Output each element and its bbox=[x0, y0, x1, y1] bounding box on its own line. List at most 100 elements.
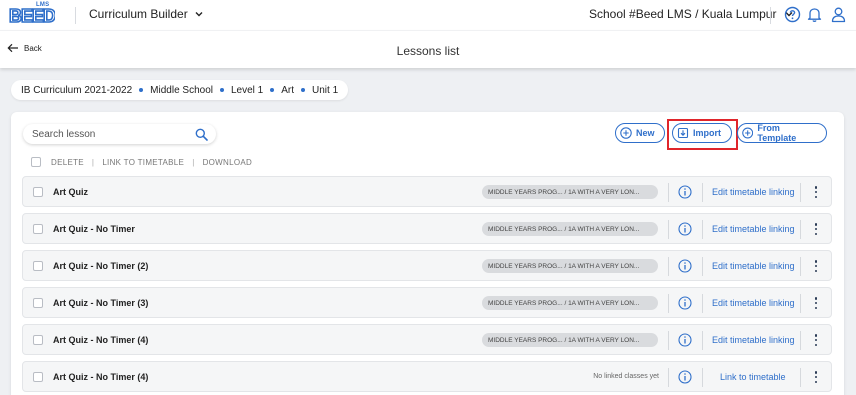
import-highlight-box bbox=[667, 119, 738, 150]
lesson-row[interactable]: Art Quiz - No Timer (4) No linked classe… bbox=[22, 361, 832, 392]
row-divider bbox=[702, 294, 703, 313]
more-options-icon[interactable] bbox=[811, 370, 821, 384]
breadcrumb-item-unit[interactable]: Unit 1 bbox=[312, 85, 338, 96]
beed-logo[interactable]: BEED LMS bbox=[9, 2, 55, 26]
lesson-row[interactable]: Art Quiz - No Timer (4) MIDDLE YEARS PRO… bbox=[22, 324, 832, 355]
row-divider bbox=[668, 220, 669, 239]
page-title: Lessons list bbox=[396, 44, 460, 58]
info-icon[interactable] bbox=[678, 370, 692, 384]
app-switcher[interactable]: Curriculum Builder bbox=[89, 7, 204, 21]
search-input[interactable] bbox=[32, 128, 192, 140]
edit-timetable-link[interactable]: Edit timetable linking bbox=[712, 187, 795, 197]
breadcrumb: IB Curriculum 2021-2022 Middle School Le… bbox=[11, 80, 349, 100]
edit-timetable-link[interactable]: Edit timetable linking bbox=[712, 335, 795, 345]
row-divider bbox=[800, 294, 801, 313]
edit-timetable-link[interactable]: Edit timetable linking bbox=[712, 224, 795, 234]
row-checkbox[interactable] bbox=[33, 372, 43, 382]
select-all-checkbox[interactable] bbox=[31, 157, 41, 167]
plus-circle-icon bbox=[620, 127, 632, 139]
info-icon[interactable] bbox=[678, 296, 692, 310]
info-icon[interactable] bbox=[678, 222, 692, 236]
more-options-icon[interactable] bbox=[811, 222, 821, 236]
header-divider bbox=[770, 7, 771, 24]
breadcrumb-item-curriculum[interactable]: IB Curriculum 2021-2022 bbox=[21, 85, 132, 96]
lessons-list: Art Quiz MIDDLE YEARS PROG... / 1A WITH … bbox=[22, 176, 832, 395]
row-checkbox[interactable] bbox=[33, 224, 43, 234]
bulk-actions-bar: DELETE | LINK TO TIMETABLE | DOWNLOAD bbox=[31, 157, 252, 167]
new-button-label: New bbox=[636, 128, 655, 138]
lesson-row[interactable]: Art Quiz - No Timer (2) MIDDLE YEARS PRO… bbox=[22, 250, 832, 281]
lesson-title[interactable]: Art Quiz - No Timer (3) bbox=[53, 298, 148, 308]
row-divider bbox=[668, 294, 669, 313]
row-divider bbox=[668, 331, 669, 350]
row-divider bbox=[702, 257, 703, 276]
breadcrumb-separator bbox=[139, 88, 144, 92]
school-name: School #Beed LMS / Kuala Lumpur bbox=[589, 7, 777, 21]
lesson-title[interactable]: Art Quiz - No Timer (4) bbox=[53, 372, 148, 382]
row-checkbox[interactable] bbox=[33, 335, 43, 345]
lesson-title[interactable]: Art Quiz bbox=[53, 187, 88, 197]
lesson-row[interactable]: Art Quiz - No Timer MIDDLE YEARS PROG...… bbox=[22, 213, 832, 244]
more-options-icon[interactable] bbox=[811, 296, 821, 310]
breadcrumb-item-level[interactable]: Level 1 bbox=[231, 85, 263, 96]
from-template-button[interactable]: From Template bbox=[737, 123, 827, 143]
class-tag: MIDDLE YEARS PROG... / 1A WITH A VERY LO… bbox=[482, 222, 658, 236]
logo-lms-label: LMS bbox=[36, 2, 50, 8]
breadcrumb-item-subject[interactable]: Art bbox=[281, 85, 294, 96]
bell-icon[interactable] bbox=[806, 6, 823, 23]
lesson-title[interactable]: Art Quiz - No Timer bbox=[53, 224, 135, 234]
row-divider bbox=[800, 183, 801, 202]
bulk-separator: | bbox=[192, 157, 195, 167]
class-tag: MIDDLE YEARS PROG... / 1A WITH A VERY LO… bbox=[482, 185, 658, 199]
sub-header: Back Lessons list bbox=[0, 30, 856, 68]
delete-action[interactable]: DELETE bbox=[51, 158, 84, 167]
breadcrumb-separator bbox=[219, 88, 224, 92]
breadcrumb-separator bbox=[301, 88, 306, 92]
edit-timetable-link[interactable]: Edit timetable linking bbox=[712, 298, 795, 308]
row-divider bbox=[668, 183, 669, 202]
class-tag: MIDDLE YEARS PROG... / 1A WITH A VERY LO… bbox=[482, 296, 658, 310]
no-linked-classes-text: No linked classes yet bbox=[593, 373, 659, 380]
breadcrumb-item-school[interactable]: Middle School bbox=[150, 85, 213, 96]
row-divider bbox=[800, 331, 801, 350]
more-options-icon[interactable] bbox=[811, 333, 821, 347]
row-checkbox[interactable] bbox=[33, 298, 43, 308]
more-options-icon[interactable] bbox=[811, 259, 821, 273]
row-checkbox[interactable] bbox=[33, 261, 43, 271]
svg-text:BEED: BEED bbox=[9, 6, 55, 26]
class-tag: MIDDLE YEARS PROG... / 1A WITH A VERY LO… bbox=[482, 333, 658, 347]
breadcrumb-separator bbox=[270, 88, 275, 92]
user-icon[interactable] bbox=[830, 6, 847, 23]
plus-circle-icon bbox=[742, 127, 754, 139]
help-icon[interactable] bbox=[784, 6, 801, 23]
lessons-panel: New Import From Template DELETE | LINK T… bbox=[11, 112, 844, 395]
row-checkbox[interactable] bbox=[33, 187, 43, 197]
bulk-separator: | bbox=[91, 157, 95, 167]
link-to-timetable-link[interactable]: Link to timetable bbox=[720, 372, 786, 382]
row-divider bbox=[702, 220, 703, 239]
new-lesson-button[interactable]: New bbox=[615, 123, 665, 143]
info-icon[interactable] bbox=[678, 185, 692, 199]
row-divider bbox=[702, 368, 703, 387]
app-name: Curriculum Builder bbox=[89, 7, 188, 21]
header-divider bbox=[75, 7, 76, 24]
lesson-row[interactable]: Art Quiz - No Timer (3) MIDDLE YEARS PRO… bbox=[22, 287, 832, 318]
info-icon[interactable] bbox=[678, 333, 692, 347]
class-tag: MIDDLE YEARS PROG... / 1A WITH A VERY LO… bbox=[482, 259, 658, 273]
search-box bbox=[23, 124, 216, 144]
school-switcher[interactable]: School #Beed LMS / Kuala Lumpur bbox=[589, 7, 794, 21]
lesson-row[interactable]: Art Quiz MIDDLE YEARS PROG... / 1A WITH … bbox=[22, 176, 832, 207]
row-divider bbox=[668, 368, 669, 387]
row-divider bbox=[702, 183, 703, 202]
edit-timetable-link[interactable]: Edit timetable linking bbox=[712, 261, 795, 271]
row-divider bbox=[668, 257, 669, 276]
top-bar: BEED LMS Curriculum Builder School #Beed… bbox=[0, 0, 856, 30]
search-icon[interactable] bbox=[195, 128, 208, 141]
lesson-title[interactable]: Art Quiz - No Timer (2) bbox=[53, 261, 148, 271]
row-divider bbox=[702, 331, 703, 350]
download-action[interactable]: DOWNLOAD bbox=[203, 158, 253, 167]
more-options-icon[interactable] bbox=[811, 185, 821, 199]
info-icon[interactable] bbox=[678, 259, 692, 273]
lesson-title[interactable]: Art Quiz - No Timer (4) bbox=[53, 335, 148, 345]
link-to-timetable-action[interactable]: LINK TO TIMETABLE bbox=[102, 158, 184, 167]
